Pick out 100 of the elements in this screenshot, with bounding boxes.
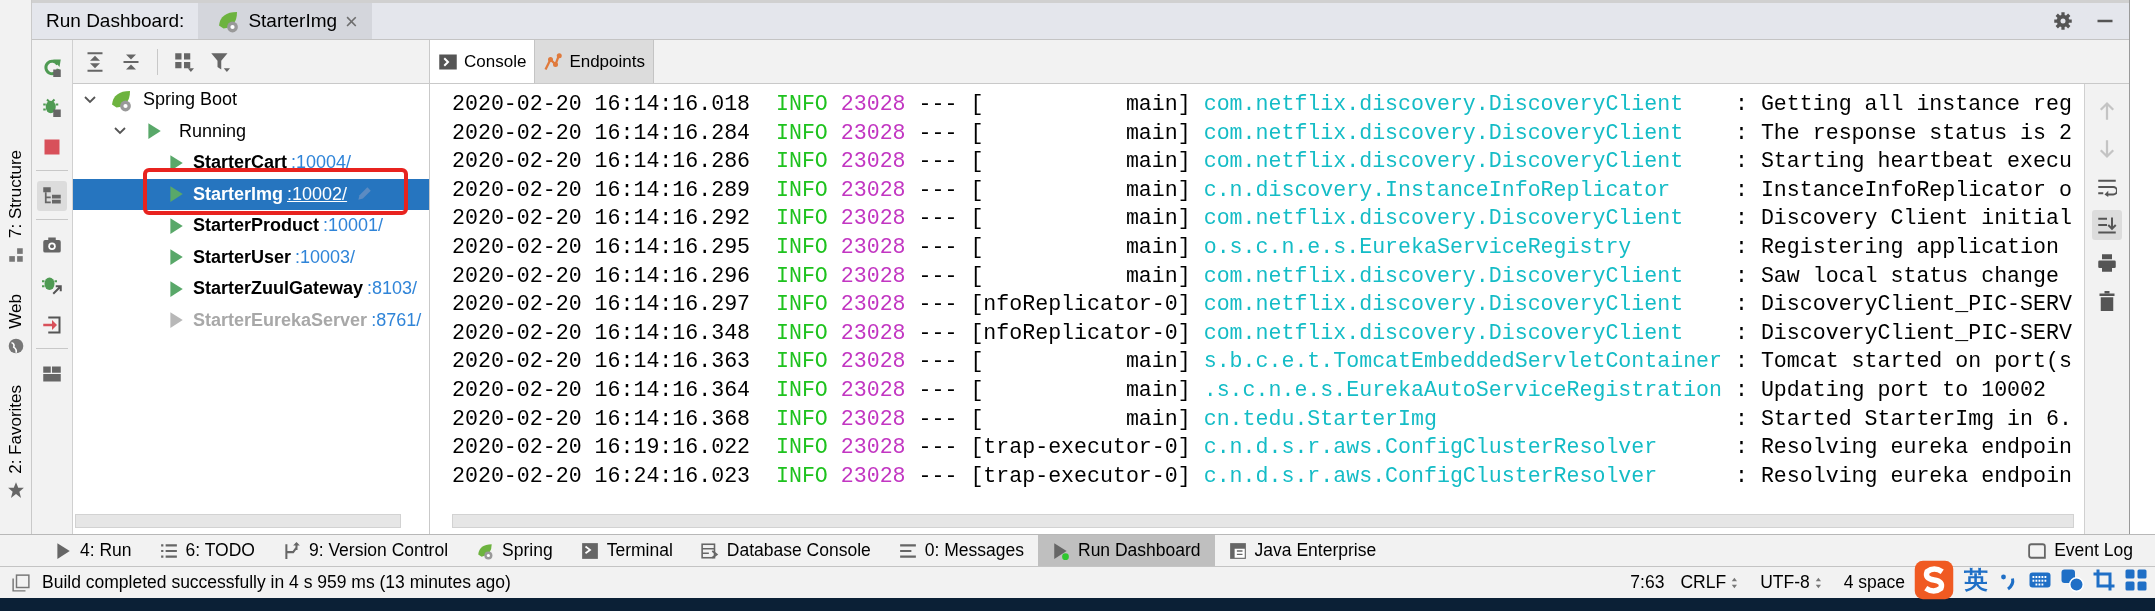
input-mode-label[interactable]: 英 [1964, 562, 1988, 598]
log-pid: 23028 [840, 92, 906, 116]
close-button[interactable]: × [345, 4, 358, 38]
tree-item[interactable]: Spring Boot [73, 84, 429, 116]
tool-window-tab[interactable]: 6: TODO [145, 535, 269, 566]
log-timestamp: 2020-02-20 16:14:16.363 [452, 349, 751, 374]
log-logger: com.netflix.discovery.DiscoveryClient [1203, 119, 1685, 147]
tool-window-tab[interactable]: 9: Version Control [268, 535, 463, 566]
tree-label: Spring Boot [143, 88, 238, 112]
log-level: INFO [775, 263, 828, 288]
console-tab[interactable]: Console [430, 40, 536, 83]
log-thread: [ main] [970, 406, 1191, 431]
log-message: : Getting all instance reg [1734, 92, 2072, 116]
tool-window-tab[interactable]: Spring [462, 535, 567, 566]
console-tab[interactable]: Endpoints [535, 40, 654, 83]
log-thread: [trap-executor-0] [970, 463, 1191, 488]
log-logger: com.netflix.discovery.DiscoveryClient [1203, 91, 1685, 118]
log-separator: --- [918, 349, 958, 374]
tree-item[interactable]: StarterProduct :10001/ [73, 210, 429, 242]
log-separator: --- [918, 149, 958, 174]
tool-window-tab[interactable]: Database Console [686, 535, 885, 566]
log-message: : Resolving eureka endpoin [1734, 435, 2072, 460]
log-separator: --- [918, 120, 958, 145]
log-message: : Tomcat started on port(s [1734, 349, 2072, 374]
log-level: INFO [775, 206, 828, 231]
log-logger: com.netflix.discovery.DiscoveryClient [1203, 262, 1685, 290]
tree-item[interactable]: StarterImg :10002/ [73, 178, 429, 210]
tool-window-tab[interactable]: 7: Structure [2, 150, 29, 238]
log-level: INFO [775, 435, 828, 460]
log-thread: [ main] [970, 206, 1191, 231]
log-level: INFO [775, 149, 828, 174]
log-pid: 23028 [840, 149, 906, 174]
log-timestamp: 2020-02-20 16:14:16.295 [452, 234, 751, 259]
log-pid: 23028 [840, 177, 906, 202]
status-item[interactable]: CRLF [1680, 569, 1727, 596]
log-separator: --- [918, 263, 958, 288]
log-pid: 23028 [840, 349, 906, 374]
log-timestamp: 2020-02-20 16:14:16.348 [452, 320, 751, 345]
port-link[interactable]: :8761/ [371, 306, 422, 334]
log-message: : Discovery Client initial [1734, 206, 2072, 231]
log-level: INFO [775, 234, 828, 259]
port-link[interactable]: :8103/ [367, 275, 418, 303]
app-name: StarterCart [193, 151, 288, 175]
log-separator: --- [918, 206, 958, 231]
log-logger: c.n.d.s.r.aws.ConfigClusterResolver [1203, 434, 1659, 462]
log-separator: --- [918, 234, 958, 259]
log-separator: --- [918, 320, 958, 345]
log-thread: [nfoReplicator-0] [970, 320, 1191, 345]
log-logger: .s.c.n.e.s.EurekaAutoServiceRegistration [1203, 376, 1722, 404]
log-pid: 23028 [840, 320, 906, 345]
port-link[interactable]: :10003/ [295, 243, 356, 271]
log-timestamp: 2020-02-20 16:24:16.023 [452, 463, 751, 488]
tool-window-tab[interactable]: 0: Messages [884, 535, 1038, 566]
port-link[interactable]: :10004/ [291, 149, 352, 177]
port-link[interactable]: :10002/ [287, 180, 348, 208]
log-thread: [ main] [970, 349, 1191, 374]
log-message: : Started StarterImg in 6. [1734, 406, 2072, 431]
log-timestamp: 2020-02-20 16:19:16.022 [452, 435, 751, 460]
status-item[interactable]: UTF-8 [1760, 569, 1810, 596]
app-name: StarterEurekaServer [193, 308, 368, 332]
log-thread: [nfoReplicator-0] [970, 292, 1191, 317]
event-log-tab[interactable]: Event Log [2014, 535, 2155, 566]
log-message: : Registering application [1734, 234, 2059, 259]
log-timestamp: 2020-02-20 16:14:16.296 [452, 263, 751, 288]
log-thread: [ main] [970, 263, 1191, 288]
log-thread: [ main] [970, 234, 1191, 259]
log-level: INFO [775, 406, 828, 431]
tool-window-tab[interactable]: Web [2, 293, 29, 329]
tool-window-tab[interactable]: Terminal [566, 535, 687, 566]
tree-item[interactable]: StarterZuulGateway :8103/ [73, 273, 429, 305]
status-item[interactable]: 4 space [1843, 569, 1905, 596]
app-name: StarterImg [193, 182, 284, 206]
tree-item[interactable]: StarterUser :10003/ [73, 241, 429, 273]
log-pid: 23028 [840, 435, 906, 460]
panel-title: Run Dashboard: [45, 8, 186, 33]
log-logger: com.netflix.discovery.DiscoveryClient [1203, 319, 1685, 347]
tool-window-tab[interactable]: 4: Run [40, 535, 146, 566]
tool-window-tab[interactable]: Java Enterprise [1214, 535, 1391, 566]
log-separator: --- [918, 463, 958, 488]
tab-label: StarterImg [248, 8, 338, 33]
log-logger: com.netflix.discovery.DiscoveryClient [1203, 148, 1685, 176]
tree-item[interactable]: StarterCart :10004/ [73, 147, 429, 179]
tool-window-tab[interactable]: Run Dashboard [1038, 535, 1215, 566]
log-separator: --- [918, 406, 958, 431]
log-level: INFO [775, 292, 828, 317]
tree-item[interactable]: Running [73, 115, 429, 147]
log-pid: 23028 [840, 234, 906, 259]
status-item[interactable]: 7:63 [1630, 569, 1665, 596]
log-timestamp: 2020-02-20 16:14:16.368 [452, 406, 751, 431]
log-message: : Saw local status change [1734, 263, 2059, 288]
app-name: StarterUser [193, 245, 292, 269]
log-level: INFO [775, 349, 828, 374]
tool-window-tab[interactable]: 2: Favorites [2, 384, 29, 474]
log-message: : Updating port to 10002 [1734, 377, 2046, 402]
config-tab[interactable]: StarterImg × [198, 3, 372, 39]
log-timestamp: 2020-02-20 16:14:16.297 [452, 292, 751, 317]
tree-item[interactable]: StarterEurekaServer :8761/ [73, 304, 429, 336]
log-message: : The response status is 2 [1734, 120, 2072, 145]
port-link[interactable]: :10001/ [323, 212, 384, 240]
status-message: Build completed successfully in 4 s 959 ms (13 minutes ago) [42, 571, 511, 595]
